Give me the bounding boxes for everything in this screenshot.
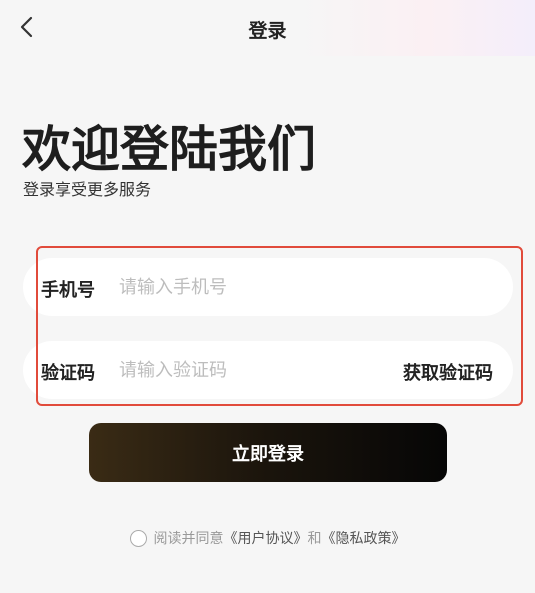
login-button[interactable]: 立即登录 — [89, 423, 447, 482]
phone-input[interactable] — [119, 272, 379, 302]
verification-code-label: 验证码 — [41, 363, 95, 384]
page-title: 登录 — [248, 20, 287, 42]
get-code-button[interactable]: 获取验证码 — [403, 359, 493, 385]
phone-field: 手机号 — [23, 258, 513, 316]
welcome-subtitle: 登录享受更多服务 — [23, 180, 152, 199]
user-agreement-link[interactable]: 《用户协议》 — [224, 528, 308, 548]
phone-label: 手机号 — [41, 280, 95, 301]
agreement-prefix: 阅读并同意 — [153, 531, 224, 547]
welcome-heading: 欢迎登陆我们 — [22, 121, 317, 178]
agreement-conjunction: 和 — [307, 531, 322, 547]
agreement-radio[interactable] — [129, 529, 147, 547]
verification-code-input[interactable] — [119, 355, 379, 385]
agreement-row: 阅读并同意 《用户协议》 和 《隐私政策》 — [0, 528, 535, 548]
verification-code-field: 验证码 获取验证码 — [23, 341, 513, 399]
top-nav-bar: 登录 — [0, 0, 535, 56]
privacy-policy-link[interactable]: 《隐私政策》 — [322, 528, 406, 548]
